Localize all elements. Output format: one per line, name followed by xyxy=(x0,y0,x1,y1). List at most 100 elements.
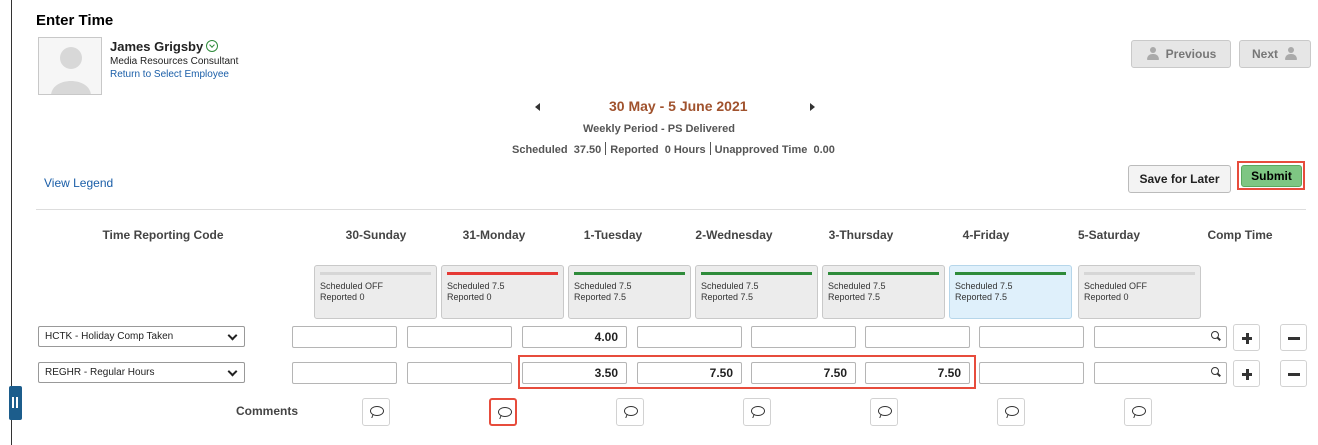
comment-button[interactable] xyxy=(870,398,898,426)
trc-select-value: REGHR - Regular Hours xyxy=(45,367,155,378)
employee-name-text: James Grigsby xyxy=(110,39,204,54)
status-bar xyxy=(574,272,685,275)
trc-select-row-2[interactable]: REGHR - Regular Hours xyxy=(38,362,245,383)
scheduled-label: Scheduled xyxy=(512,144,568,156)
day-column-header: 31-Monday xyxy=(462,228,526,242)
comment-bubble-icon xyxy=(878,406,892,416)
person-icon xyxy=(1284,47,1298,61)
divider xyxy=(709,142,711,155)
employee-name[interactable]: James Grigsby xyxy=(110,39,219,54)
next-period-arrow-icon[interactable] xyxy=(810,103,815,111)
day-column-header: 1-Tuesday xyxy=(583,228,643,242)
submit-button[interactable]: Submit xyxy=(1241,165,1302,187)
reported-text: Reported 0 xyxy=(320,292,365,302)
hours-input[interactable] xyxy=(979,326,1084,348)
comment-button[interactable] xyxy=(616,398,644,426)
comment-button[interactable] xyxy=(743,398,771,426)
status-bar xyxy=(955,272,1066,275)
pause-tab-icon[interactable] xyxy=(9,386,22,420)
delete-row-button[interactable] xyxy=(1280,360,1307,387)
person-icon xyxy=(1146,47,1160,61)
chevron-down-icon xyxy=(227,330,238,341)
comment-button[interactable] xyxy=(997,398,1025,426)
comp-time-input[interactable] xyxy=(1094,326,1227,348)
day-summary-card: Scheduled 7.5 Reported 7.5 xyxy=(822,265,945,319)
day-column-header: 5-Saturday xyxy=(1077,228,1141,242)
unapproved-value: 0.00 xyxy=(813,144,835,156)
comment-bubble-icon xyxy=(751,406,765,416)
comment-bubble-icon xyxy=(624,406,638,416)
trc-select-row-1[interactable]: HCTK - Holiday Comp Taken xyxy=(38,326,245,347)
day-column-header: 4-Friday xyxy=(962,228,1010,242)
day-summary-card: Scheduled 7.5 Reported 7.5 xyxy=(949,265,1072,319)
comment-button[interactable] xyxy=(489,398,517,426)
scheduled-text: Scheduled OFF xyxy=(1084,281,1148,291)
add-row-button[interactable] xyxy=(1233,324,1260,351)
reported-value: 0 Hours xyxy=(664,144,706,156)
period-range: 30 May - 5 June 2021 xyxy=(609,98,748,114)
next-label: Next xyxy=(1251,47,1278,61)
reported-label: Reported xyxy=(610,144,659,156)
delete-row-button[interactable] xyxy=(1280,324,1307,351)
period-type: Weekly Period - PS Delivered xyxy=(582,123,736,135)
reported-text: Reported 0 xyxy=(1084,292,1129,302)
comment-bubble-icon xyxy=(498,407,512,417)
hours-input[interactable] xyxy=(292,326,397,348)
comments-label: Comments xyxy=(236,404,299,418)
status-bar xyxy=(701,272,812,275)
chevron-down-icon[interactable] xyxy=(206,40,219,52)
trc-column-header: Time Reporting Code xyxy=(102,228,224,242)
hours-input[interactable] xyxy=(407,326,512,348)
day-column-header: 30-Sunday xyxy=(345,228,407,242)
add-row-button[interactable] xyxy=(1233,360,1260,387)
next-button[interactable]: Next xyxy=(1239,40,1311,68)
scheduled-text: Scheduled 7.5 xyxy=(701,281,759,291)
reported-text: Reported 7.5 xyxy=(574,292,627,302)
hours-input[interactable] xyxy=(407,362,512,384)
status-bar xyxy=(447,272,558,275)
comp-time-column-header: Comp Time xyxy=(1207,228,1273,242)
scheduled-text: Scheduled 7.5 xyxy=(955,281,1013,291)
employee-job-title: Media Resources Consultant xyxy=(110,56,239,67)
scheduled-value: 37.50 xyxy=(573,144,602,156)
previous-button[interactable]: Previous xyxy=(1131,40,1231,68)
status-bar xyxy=(1084,272,1195,275)
reghr-hours-highlight xyxy=(518,355,976,389)
view-legend-link[interactable]: View Legend xyxy=(44,176,113,190)
hours-input[interactable] xyxy=(751,326,856,348)
search-icon[interactable] xyxy=(1211,367,1221,377)
comp-time-input[interactable] xyxy=(1094,362,1227,384)
day-summary-card: Scheduled OFF Reported 0 xyxy=(314,265,437,319)
hours-input[interactable] xyxy=(979,362,1084,384)
hours-input[interactable] xyxy=(637,326,742,348)
person-silhouette-icon xyxy=(51,47,91,94)
status-bar xyxy=(320,272,431,275)
comment-button[interactable] xyxy=(362,398,390,426)
day-summary-card: Scheduled 7.5 Reported 7.5 xyxy=(695,265,818,319)
reported-text: Reported 7.5 xyxy=(828,292,881,302)
status-bar xyxy=(828,272,939,275)
scheduled-text: Scheduled 7.5 xyxy=(828,281,886,291)
comment-bubble-icon xyxy=(370,406,384,416)
reported-text: Reported 0 xyxy=(447,292,492,302)
hours-input[interactable] xyxy=(292,362,397,384)
day-summary-card: Scheduled 7.5 Reported 0 xyxy=(441,265,564,319)
unapproved-label: Unapproved Time xyxy=(714,144,808,156)
trc-select-value: HCTK - Holiday Comp Taken xyxy=(45,331,174,342)
hours-input[interactable]: 4.00 xyxy=(522,326,627,348)
search-icon[interactable] xyxy=(1211,331,1221,341)
save-for-later-button[interactable]: Save for Later xyxy=(1128,165,1231,193)
previous-period-arrow-icon[interactable] xyxy=(535,103,540,111)
chevron-down-icon xyxy=(227,366,238,377)
scheduled-text: Scheduled 7.5 xyxy=(574,281,632,291)
day-column-header: 2-Wednesday xyxy=(695,228,773,242)
return-to-select-employee-link[interactable]: Return to Select Employee xyxy=(110,69,229,80)
day-column-header: 3-Thursday xyxy=(828,228,894,242)
divider xyxy=(36,209,1306,210)
comment-button[interactable] xyxy=(1124,398,1152,426)
hours-input[interactable] xyxy=(865,326,970,348)
reported-text: Reported 7.5 xyxy=(955,292,1008,302)
page-title: Enter Time xyxy=(36,12,114,29)
divider xyxy=(605,142,607,155)
period-summary: Scheduled 37.50 Reported 0 Hours Unapprove… xyxy=(512,142,835,156)
